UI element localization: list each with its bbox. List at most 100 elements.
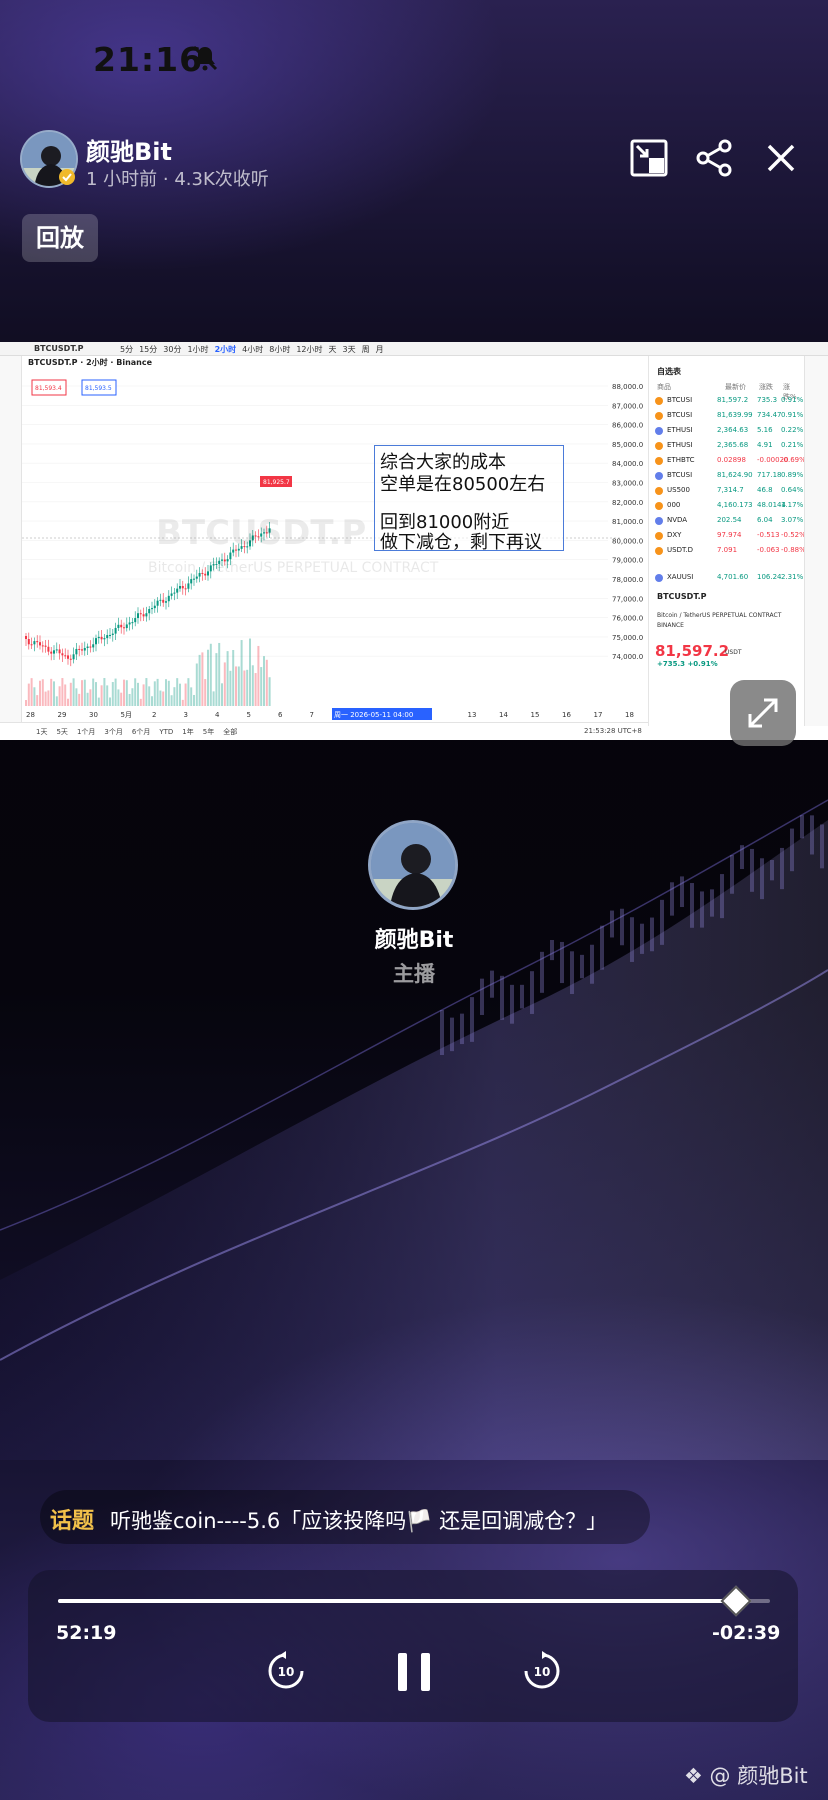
close-icon[interactable] xyxy=(761,138,801,178)
watchlist-row[interactable]: ETHUSI 2,365.68 4.91 0.21% xyxy=(653,439,803,454)
candle-body xyxy=(25,636,27,639)
watchlist-row[interactable]: BTCUSI 81,597.2 735.3 0.91% xyxy=(653,394,803,409)
watchlist-row[interactable]: ETHBTC 0.02898 -0.00020 -0.69% xyxy=(653,454,806,469)
interval-8[interactable]: 天 xyxy=(329,345,337,354)
topic-tag: 话题 xyxy=(50,1509,95,1534)
volume-bar xyxy=(103,678,106,706)
candle-body xyxy=(167,595,170,602)
volume-bar xyxy=(156,678,159,706)
volume-bar xyxy=(123,679,125,706)
skip-back-10-icon[interactable]: 10 xyxy=(265,1650,307,1692)
watchlist-title[interactable]: 自选表 xyxy=(657,366,681,377)
background-candle xyxy=(460,1013,464,1045)
watchlist-row[interactable]: 000 4,160.173 48.0144 1.17% xyxy=(653,499,803,514)
volume-bar xyxy=(64,684,67,706)
interval-9[interactable]: 3天 xyxy=(343,345,356,354)
range-1[interactable]: 5天 xyxy=(56,728,67,736)
candle-body xyxy=(134,618,137,623)
interval-11[interactable]: 月 xyxy=(376,345,384,354)
interval-2[interactable]: 30分 xyxy=(163,345,181,354)
watchlist-price: 7.091 xyxy=(717,546,738,554)
watchlist-row[interactable]: NVDA 202.54 6.04 3.07% xyxy=(653,514,803,529)
watchlist-row[interactable]: DXY 97.974 -0.513 -0.52% xyxy=(653,529,806,544)
verified-badge-icon xyxy=(59,169,75,185)
range-4[interactable]: 6个月 xyxy=(132,728,150,736)
interval-4[interactable]: 2小时 xyxy=(215,345,237,354)
range-2[interactable]: 1个月 xyxy=(77,728,95,736)
interval-7[interactable]: 12小时 xyxy=(296,345,322,354)
candle-body xyxy=(125,624,128,629)
right-tools-bar[interactable] xyxy=(804,356,828,726)
chart-clock: 21:53:28 UTC+8 xyxy=(584,727,642,735)
volume-bar xyxy=(240,640,243,706)
watchlist-sym: BTCUSI xyxy=(667,471,693,479)
skip-forward-10-icon[interactable]: 10 xyxy=(521,1650,563,1692)
watchlist-row[interactable]: XAUUSI 4,701.60 106.24 2.31% xyxy=(653,571,803,586)
x-tick-label: 15 xyxy=(531,711,540,719)
fullscreen-expand-icon[interactable] xyxy=(730,680,796,746)
watchlist-chg: 4.91 xyxy=(757,441,773,449)
candle-body xyxy=(67,655,69,659)
host-avatar-large[interactable] xyxy=(368,820,458,910)
background-candle xyxy=(750,848,754,892)
symbol-logo-icon xyxy=(655,472,663,480)
watchlist-pct: 0.64% xyxy=(781,486,804,494)
background-candle xyxy=(720,874,724,919)
volume-bar xyxy=(165,679,167,706)
background-candle xyxy=(450,1017,454,1052)
volume-bar xyxy=(265,659,268,706)
toolbar-symbol[interactable]: BTCUSDT.P xyxy=(34,344,83,353)
interval-6[interactable]: 8小时 xyxy=(269,345,290,354)
range-8[interactable]: 全部 xyxy=(223,728,237,736)
volume-bar xyxy=(134,678,137,706)
watchlist-pct: 1.17% xyxy=(781,501,804,509)
y-tick-label: 79,000.0 xyxy=(612,557,643,565)
watchlist-pct: 0.89% xyxy=(781,471,804,479)
interval-3[interactable]: 1小时 xyxy=(187,345,208,354)
watchlist-header-2[interactable]: 涨跌 xyxy=(759,382,773,392)
background-candle xyxy=(810,815,814,855)
watchlist-panel: 自选表 商品 最新价 涨跌 涨跌% BTCUSI 81,597.2 735.3 0.91% B… xyxy=(648,356,806,726)
range-0[interactable]: 1天 xyxy=(36,728,47,736)
candle-body xyxy=(145,613,148,617)
watchlist-row[interactable]: BTCUSI 81,639.99 734.47 0.91% xyxy=(653,409,803,424)
y-tick-label: 85,000.0 xyxy=(612,441,643,449)
interval-1[interactable]: 15分 xyxy=(139,345,157,354)
candle-body xyxy=(128,622,131,625)
watchlist-sym: DXY xyxy=(667,531,682,539)
range-7[interactable]: 5年 xyxy=(203,728,214,736)
candle-body xyxy=(41,645,44,647)
interval-5[interactable]: 4小时 xyxy=(242,345,263,354)
volume-bar xyxy=(260,667,263,706)
y-tick-label: 88,000.0 xyxy=(612,383,643,391)
watchlist-price: 4,160.173 xyxy=(717,501,753,509)
range-5[interactable]: YTD xyxy=(159,728,173,736)
volume-bar xyxy=(148,686,151,706)
volume-bar xyxy=(55,696,58,706)
minimize-window-icon[interactable] xyxy=(629,138,669,178)
watchlist-header-0[interactable]: 商品 xyxy=(657,382,671,392)
watchlist-row[interactable]: US500 7,314.7 46.8 0.64% xyxy=(653,484,803,499)
watchlist-row[interactable]: USDT.D 7.091 -0.063 -0.88% xyxy=(653,544,806,559)
volume-bar xyxy=(72,678,75,706)
range-bar: 1天 5天 1个月 3个月 6个月 YTD 1年 5年 全部 21:53:28 UTC+8 xyxy=(0,722,648,740)
pause-icon[interactable] xyxy=(394,1651,434,1693)
volume-bar xyxy=(215,653,218,706)
drawing-tools-bar[interactable] xyxy=(0,356,22,726)
share-icon[interactable] xyxy=(695,138,735,178)
interval-0[interactable]: 5分 xyxy=(120,345,133,354)
range-3[interactable]: 3个月 xyxy=(104,728,122,736)
interval-10[interactable]: 周 xyxy=(362,345,370,354)
volume-bar xyxy=(27,683,30,706)
volume-bar xyxy=(95,682,97,706)
watchlist-row[interactable]: ETHUSI 2,364.63 5.16 0.22% xyxy=(653,424,803,439)
host-name[interactable]: 颜驰Bit xyxy=(86,132,172,167)
watchlist-row[interactable]: BTCUSI 81,624.90 717.18 0.89% xyxy=(653,469,803,484)
candle-body xyxy=(139,613,142,615)
watchlist-price: 2,365.68 xyxy=(717,441,749,449)
volume-bar xyxy=(86,692,89,706)
volume-bar xyxy=(100,685,103,706)
watchlist-header-1[interactable]: 最新价 xyxy=(725,382,746,392)
candle-body xyxy=(176,588,179,593)
range-6[interactable]: 1年 xyxy=(182,728,193,736)
